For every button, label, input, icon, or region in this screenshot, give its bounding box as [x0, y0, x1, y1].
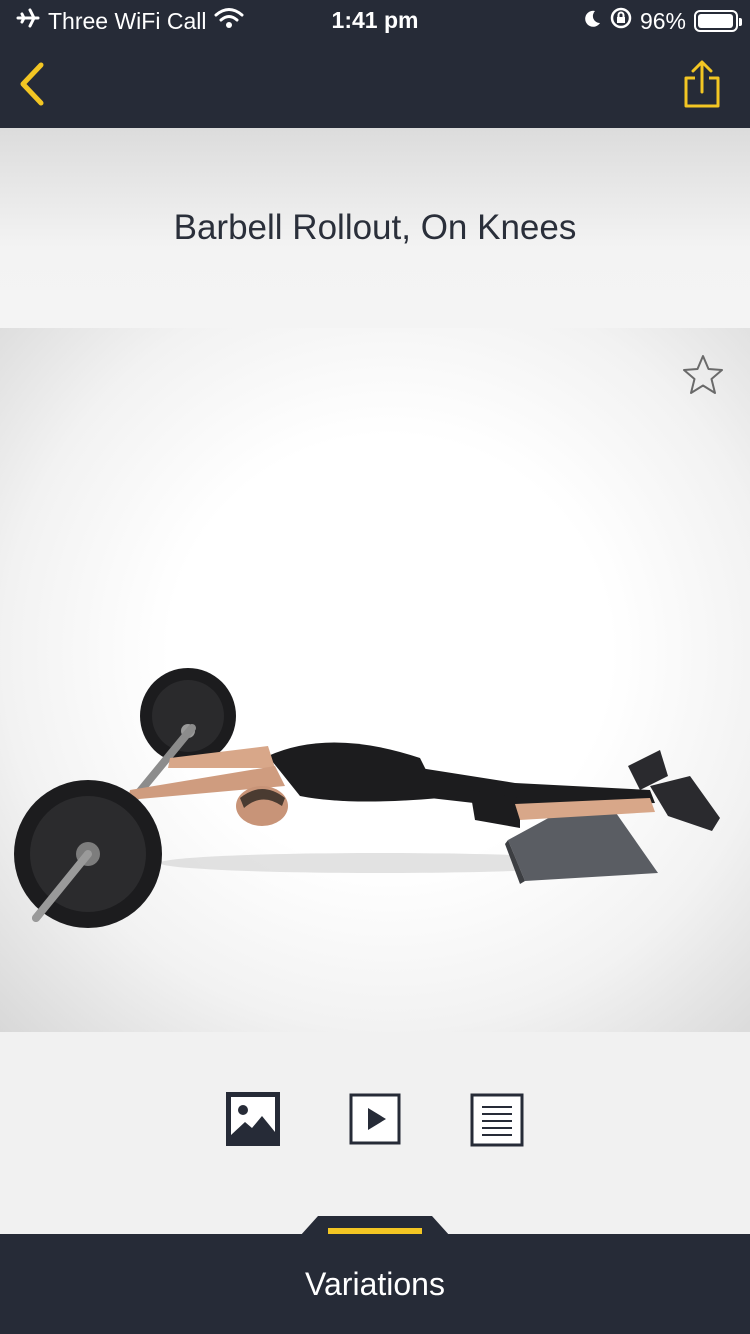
tab-image[interactable] — [224, 1090, 282, 1148]
star-outline-icon — [683, 355, 723, 394]
list-icon — [470, 1093, 524, 1147]
drawer-handle[interactable] — [300, 1214, 450, 1236]
exercise-image-area — [0, 328, 750, 1032]
top-bar: Three WiFi Call 1:41 pm 96% — [0, 0, 750, 128]
tab-video[interactable] — [349, 1093, 401, 1145]
title-area: Barbell Rollout, On Knees — [0, 128, 750, 328]
tab-instructions[interactable] — [470, 1093, 524, 1147]
variations-button[interactable]: Variations — [0, 1234, 750, 1334]
share-icon — [684, 60, 720, 108]
battery-percent: 96% — [639, 7, 686, 34]
battery-fill — [698, 14, 733, 28]
media-tabs — [0, 1032, 750, 1232]
status-bar: Three WiFi Call 1:41 pm 96% — [0, 0, 750, 40]
moon-icon — [582, 8, 602, 35]
chevron-left-icon — [20, 62, 44, 106]
orientation-lock-icon — [610, 7, 632, 35]
exercise-illustration — [14, 668, 720, 928]
variations-label: Variations — [305, 1265, 445, 1302]
share-button[interactable] — [678, 56, 726, 112]
battery-icon — [694, 10, 742, 32]
favorite-button[interactable] — [680, 352, 726, 398]
play-icon — [349, 1093, 401, 1145]
back-button[interactable] — [12, 58, 52, 110]
image-icon — [226, 1092, 280, 1146]
battery-nub — [739, 18, 742, 26]
exercise-title: Barbell Rollout, On Knees — [173, 208, 577, 247]
status-right: 96% — [582, 7, 742, 35]
